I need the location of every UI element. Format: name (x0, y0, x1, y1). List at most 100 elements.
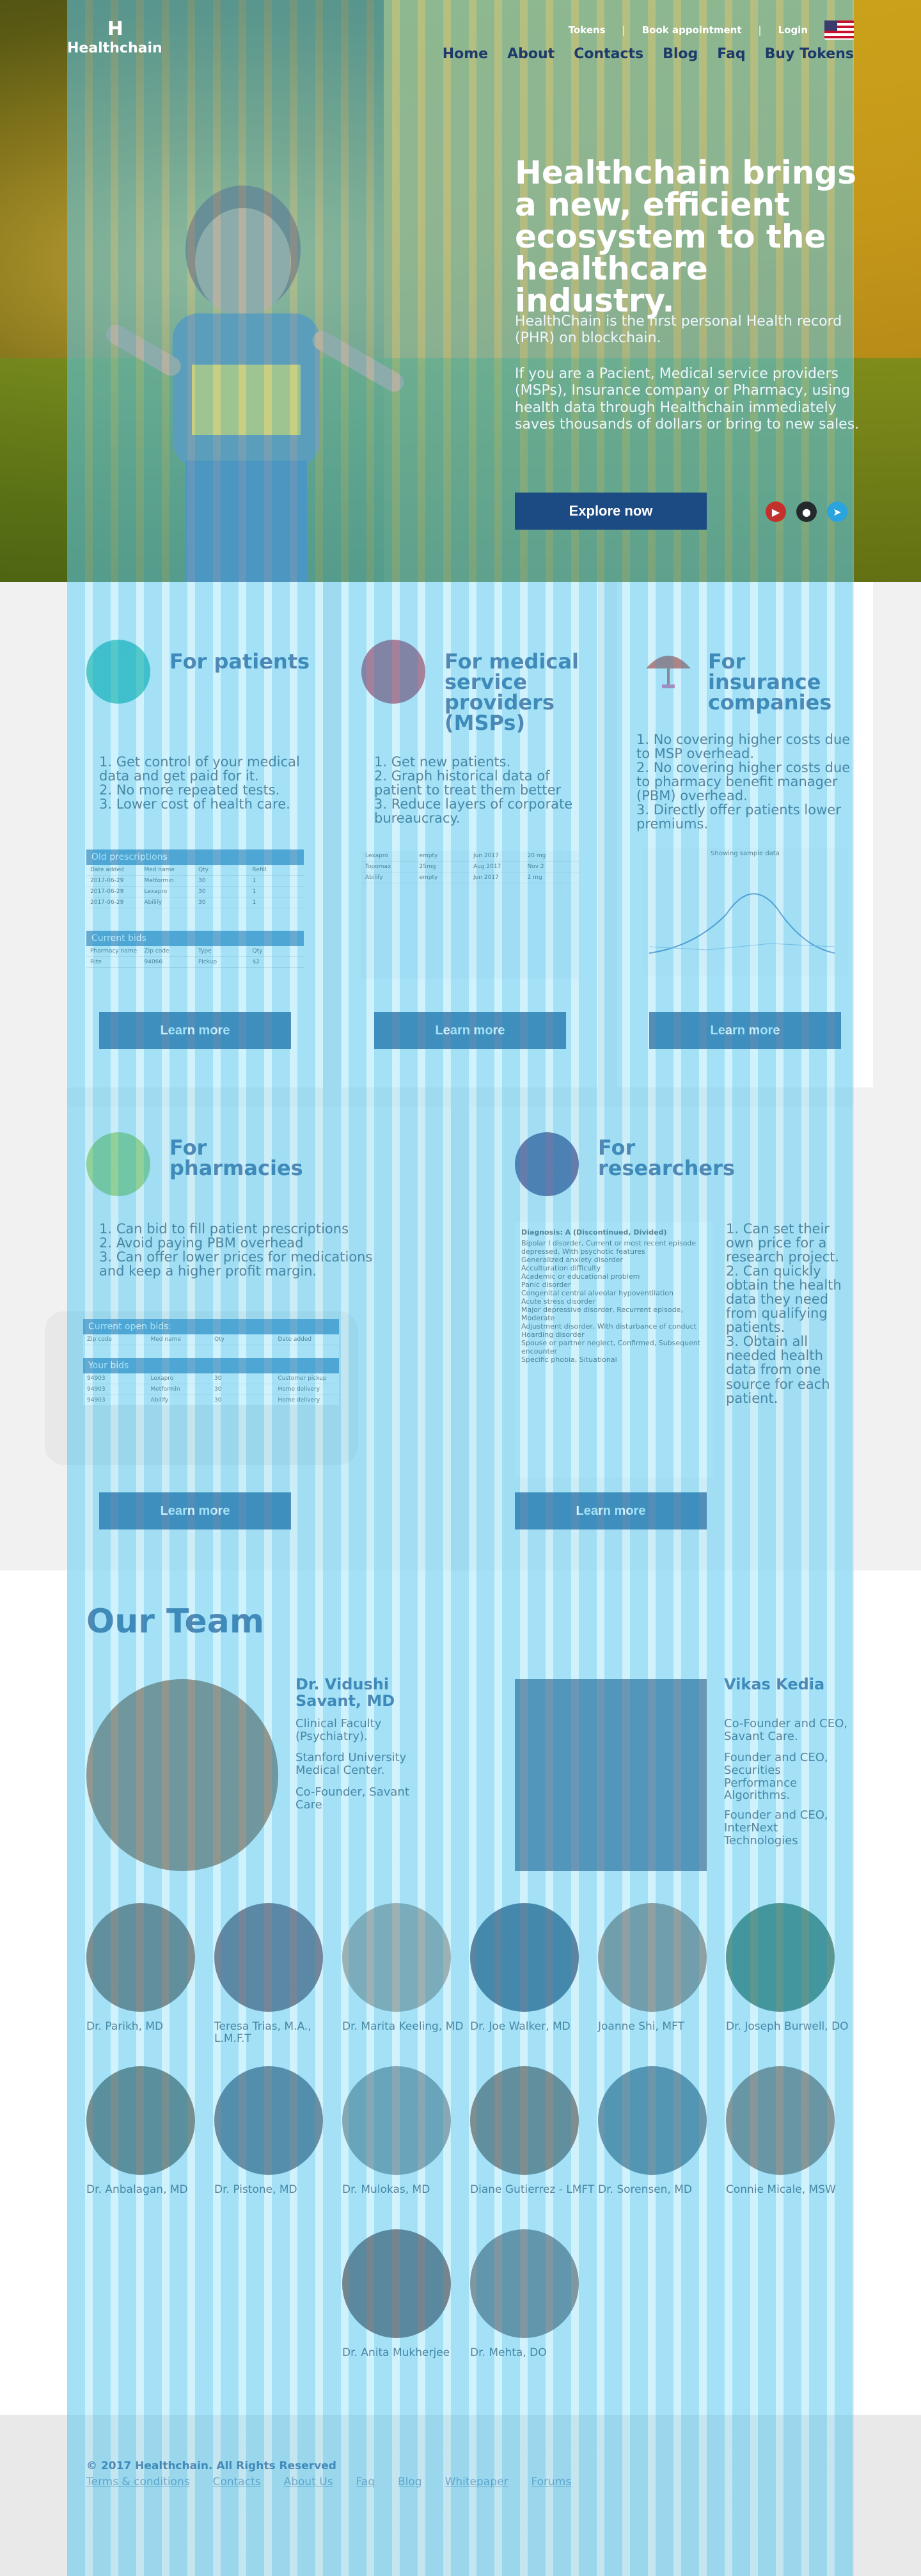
footer-links: Terms & conditions Contacts About Us Faq… (86, 2476, 571, 2488)
list-item: Congenital central alveolar hypoventilat… (521, 1289, 673, 1297)
member-photo (214, 2066, 323, 2175)
list-item: Acculturation difficulty (521, 1264, 601, 1272)
learn-more-button[interactable]: Learn more (649, 1012, 841, 1049)
card-title-pharmacies: For pharmacies (169, 1135, 303, 1180)
copyright: © 2017 Healthchain. All Rights Reserved (86, 2460, 336, 2472)
magnifier-icon (515, 1132, 579, 1196)
logo-name: Healthchain (67, 40, 162, 56)
learn-more-button[interactable]: Learn more (374, 1012, 566, 1049)
diagnosis-title: Diagnosis: A (Discontinued, Divided) (521, 1228, 667, 1237)
list-msps: 1. Get new patients. 2. Graph historical… (374, 755, 579, 825)
table-row: 94903 Lexapro 30 Customer pickup (83, 1373, 339, 1384)
list-item: 3. Obtain all needed health data from on… (726, 1334, 830, 1406)
table-row: 2017-06-29 Lexapro 30 1 (86, 887, 304, 897)
github-icon[interactable]: ● (796, 502, 817, 522)
pills-icon (86, 1132, 150, 1196)
table-row: 94903 Abilify 30 Home delivery (83, 1395, 339, 1406)
nav-home[interactable]: Home (443, 46, 488, 62)
top-link-book-appointment[interactable]: Book appointment (642, 24, 742, 36)
nav-buy-tokens[interactable]: Buy Tokens (765, 46, 854, 62)
team-member: Dr. Parikh, MD (86, 1903, 214, 2033)
explore-now-button[interactable]: Explore now (515, 493, 707, 530)
team-title: Our Team (86, 1602, 265, 1641)
list-item: Spouse or partner neglect, Confirmed, Su… (521, 1339, 701, 1355)
team-member: Dr. Joe Walker, MD (470, 1903, 598, 2033)
lead-line: Clinical Faculty (Psychiatry). (295, 1717, 382, 1743)
team-member: Diane Gutierrez - LMFT (470, 2066, 598, 2196)
nav-about[interactable]: About (507, 46, 555, 62)
nav-contacts[interactable]: Contacts (574, 46, 643, 62)
learn-more-button[interactable]: Learn more (515, 1492, 707, 1529)
member-photo (726, 1903, 835, 2012)
diagnosis-list: Diagnosis: A (Discontinued, Divided) Bip… (515, 1222, 713, 1478)
old-prescriptions-table: Old prescriptions Date added Med name Qty R… (86, 849, 304, 908)
member-name: Dr. Anita Mukherjee (342, 2346, 450, 2359)
footer-link-blog[interactable]: Blog (398, 2476, 422, 2488)
member-photo (598, 2066, 707, 2175)
footer-link-terms[interactable]: Terms & conditions (86, 2476, 190, 2488)
list-item: 2. No more repeated tests. (99, 782, 280, 798)
team-member: Dr. Anita Mukherjee (342, 2229, 470, 2359)
card-title-insurance: For insurance companies (708, 649, 832, 715)
footer-link-contacts[interactable]: Contacts (213, 2476, 261, 2488)
footer-link-forums[interactable]: Forums (531, 2476, 571, 2488)
table-header: Your bids (83, 1358, 339, 1373)
lead-line: Founder and CEO, Securities Performance … (724, 1751, 828, 1803)
telegram-icon[interactable]: ➤ (827, 502, 847, 522)
table-row: 2017-06-29 Metformin 30 1 (86, 876, 304, 887)
nav-faq[interactable]: Faq (717, 46, 745, 62)
member-name: Dr. Mulokas, MD (342, 2183, 430, 2196)
card-title-msps: For medical service providers (MSPs) (445, 649, 579, 735)
team-member: Dr. Mehta, DO (470, 2229, 598, 2359)
current-bids-table: Current bids Pharmacy name Zip code Type Qt… (86, 931, 304, 968)
footer-link-whitepaper[interactable]: Whitepaper (445, 2476, 508, 2488)
table-row: Rite 94066 Pickup $2 (86, 957, 304, 968)
youtube-icon[interactable]: ▶ (766, 502, 786, 522)
footer-link-faq[interactable]: Faq (356, 2476, 375, 2488)
member-name: Teresa Trias, M.A., L.M.F.T (214, 2020, 311, 2045)
learn-more-button[interactable]: Learn more (99, 1012, 291, 1049)
team-member: Dr. Mulokas, MD (342, 2066, 470, 2196)
table-row: Abilify empty Jun 2017 2 mg (361, 873, 579, 883)
list-item: 3. Directly offer patients lower premium… (636, 802, 841, 832)
logo-mark-icon: H (107, 18, 123, 40)
member-name: Dr. Parikh, MD (86, 2020, 164, 2033)
msp-records-preview: Lexapro empty Jun 2017 20 mg Topomax 25mg Aug… (361, 851, 579, 979)
top-nav: Tokens | Book appointment | Login (569, 20, 854, 40)
list-item: Panic disorder (521, 1281, 571, 1289)
learn-more-button[interactable]: Learn more (99, 1492, 291, 1529)
team-member: Dr. Marita Keeling, MD (342, 1903, 470, 2033)
chart-title: Showing sample data (711, 850, 780, 857)
team-member: Dr. Pistone, MD (214, 2066, 342, 2196)
lead-name: Dr. Vidushi Savant, MD (295, 1675, 395, 1711)
logo[interactable]: H Healthchain (67, 18, 162, 56)
list-item: 1. Get new patients. (374, 754, 511, 770)
list-item: Acute stress disorder (521, 1297, 596, 1306)
list-researchers: 1. Can set their own price for a researc… (726, 1222, 854, 1405)
member-name: Dr. Anbalagan, MD (86, 2183, 188, 2196)
footer (0, 2415, 921, 2576)
table-row: 94903 Metformin 30 Home delivery (83, 1384, 339, 1395)
list-item: 1. Can bid to fill patient prescriptions (99, 1221, 349, 1237)
lead-photo-vidushi (86, 1679, 278, 1871)
card-pharmacies: For pharmacies 1. Can bid to fill patien… (45, 1107, 451, 1570)
top-link-tokens[interactable]: Tokens (569, 24, 606, 36)
member-photo (598, 1903, 707, 2012)
list-item: 2. Graph historical data of patient to t… (374, 768, 562, 798)
list-item: 2. No covering higher costs due to pharm… (636, 760, 851, 804)
footer-link-about[interactable]: About Us (284, 2476, 333, 2488)
team-member: Dr. Joseph Burwell, DO (726, 1903, 854, 2033)
nav-blog[interactable]: Blog (663, 46, 698, 62)
table-row: Zip code Med name Qty Date added (83, 1334, 339, 1345)
member-photo (86, 1903, 195, 2012)
lead-line: Co-Founder and CEO, Savant Care. (724, 1717, 847, 1743)
card-msps: For medical service providers (MSPs) 1. … (342, 582, 598, 1087)
list-item: 3. Reduce layers of corporate bureaucrac… (374, 796, 573, 826)
table-row: Topomax 25mg Aug 2017 Nov 2 (361, 862, 579, 873)
member-name: Dr. Marita Keeling, MD (342, 2020, 464, 2033)
card-insurance: For insurance companies 1. No covering h… (617, 582, 873, 1087)
top-link-login[interactable]: Login (778, 24, 808, 36)
table-row: Date added Med name Qty Refill (86, 865, 304, 876)
us-flag-icon[interactable] (824, 20, 854, 40)
team-member: Connie Micale, MSW (726, 2066, 854, 2196)
